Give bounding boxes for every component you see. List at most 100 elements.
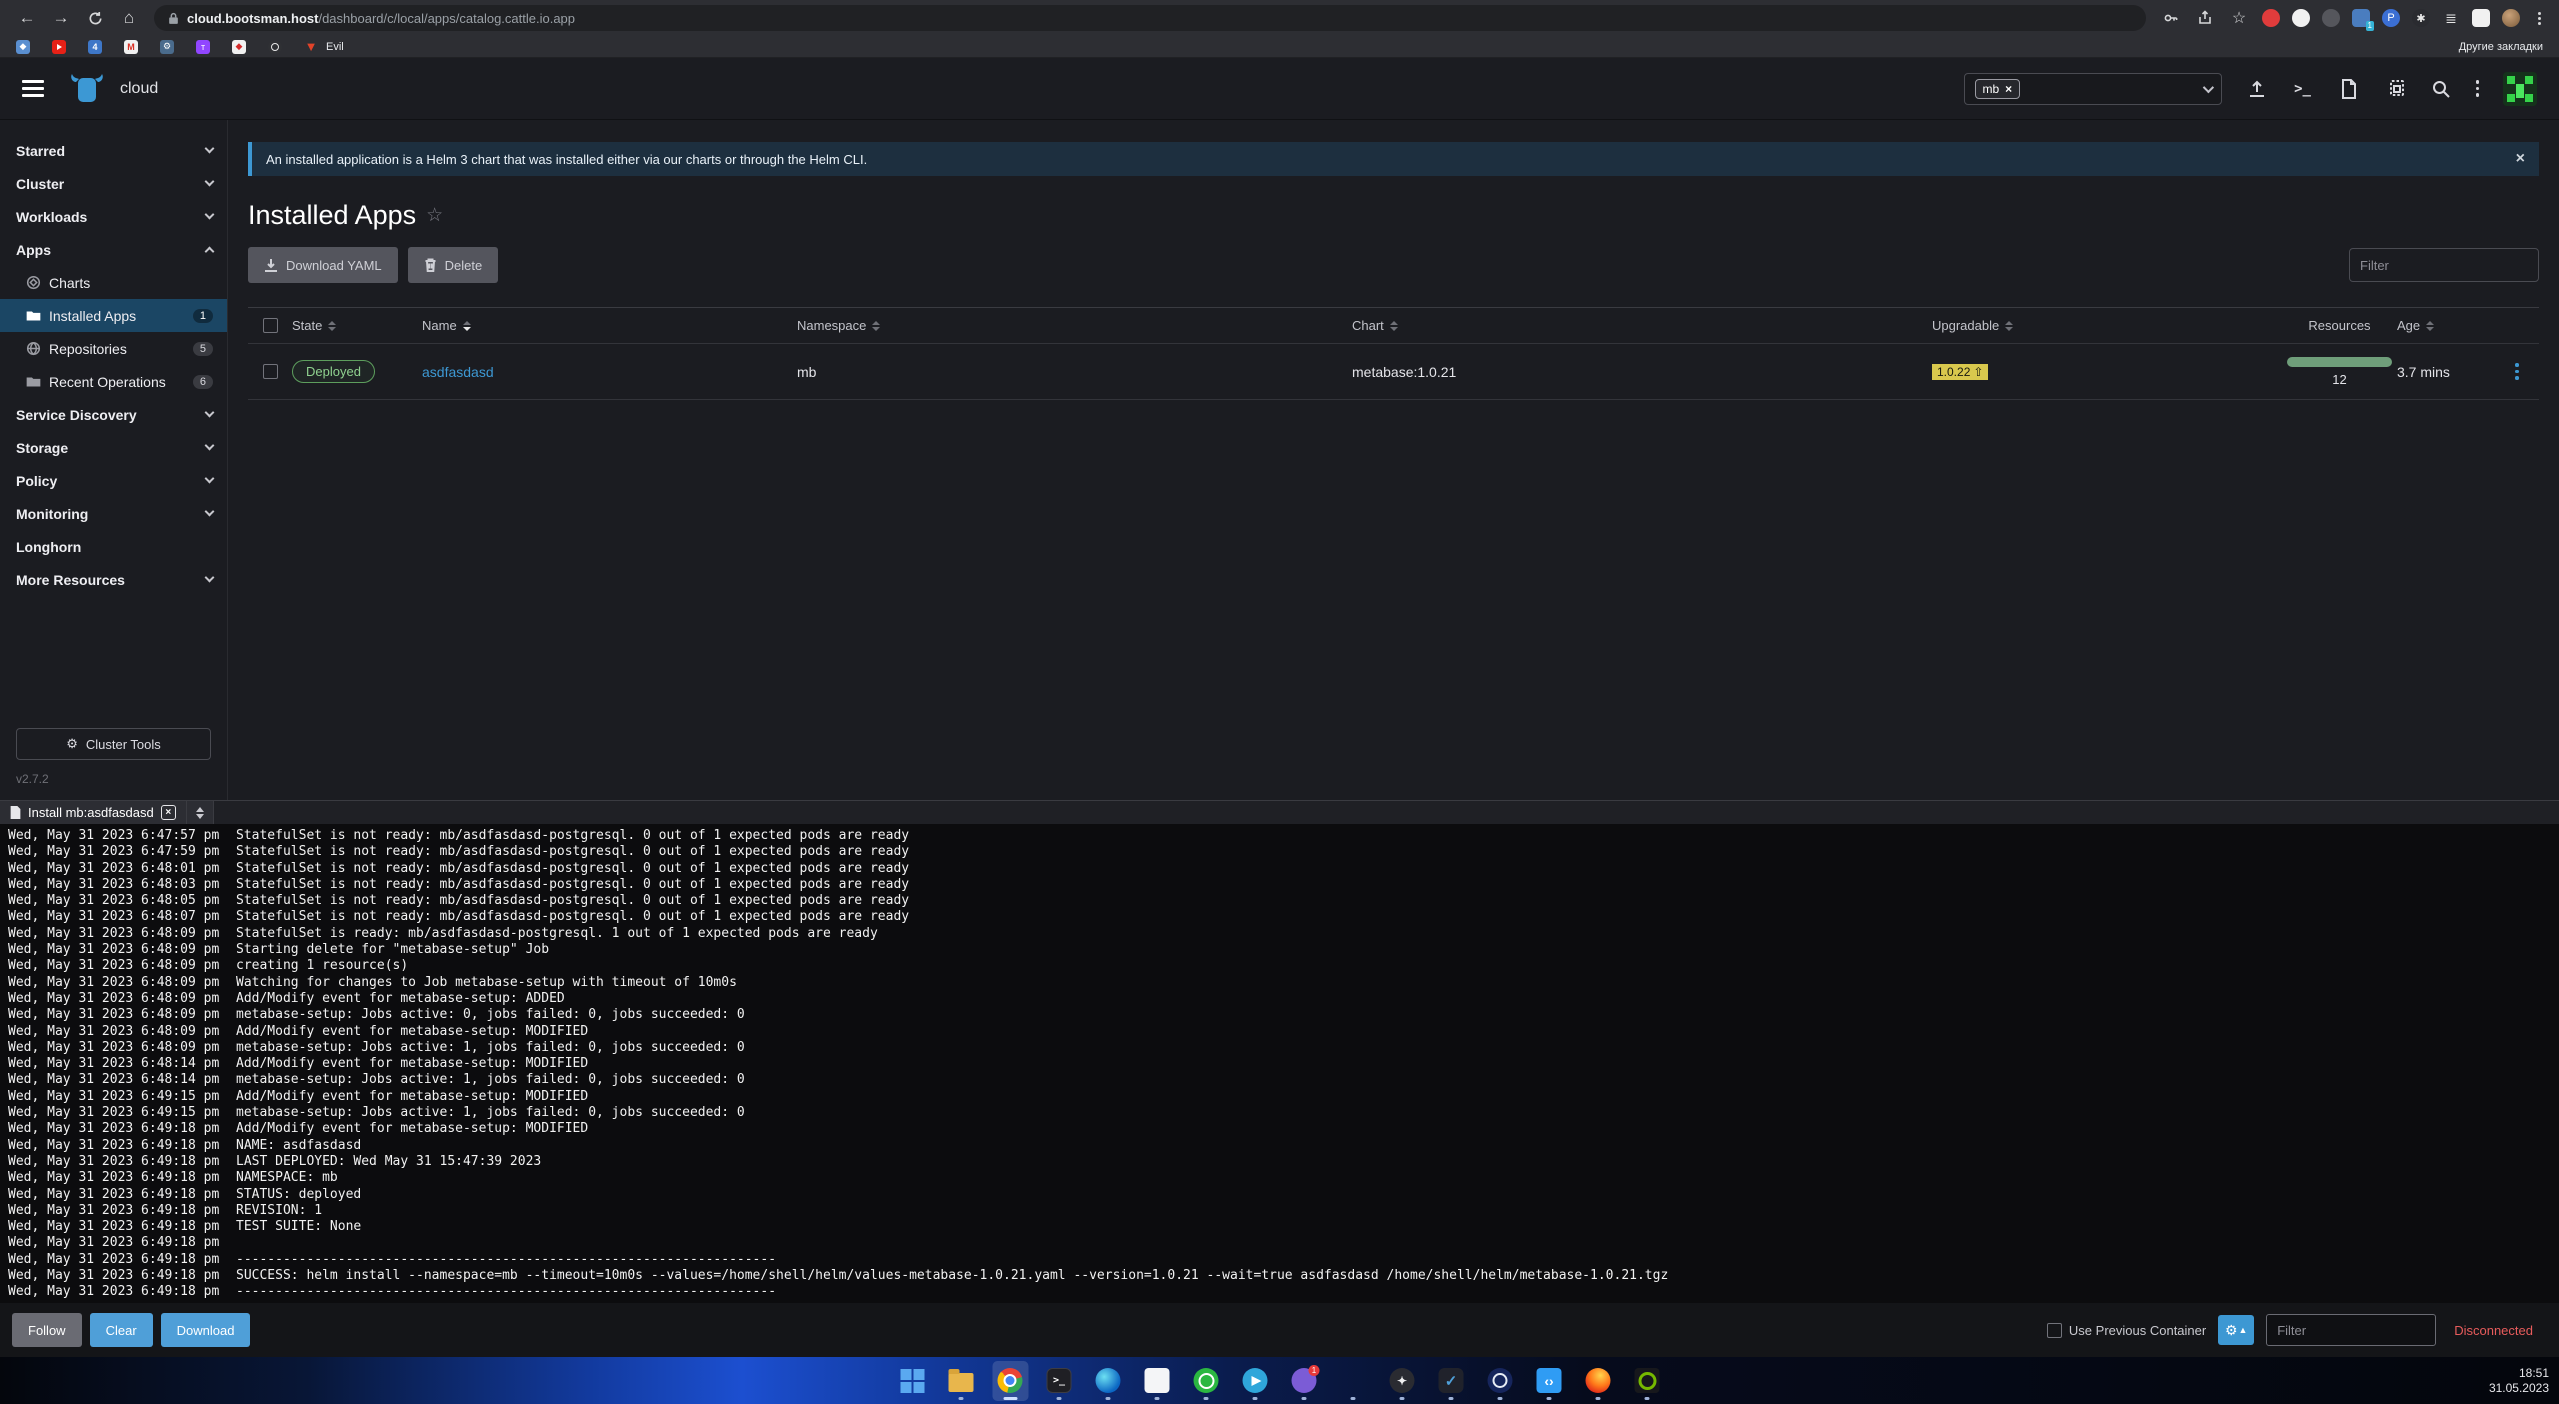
extension-list-icon[interactable]: ≣: [2442, 9, 2460, 27]
copy-kubeconfig-icon[interactable]: [2384, 78, 2406, 100]
browser-reload-button[interactable]: [80, 3, 110, 33]
taskbar-icon-whatsapp[interactable]: [1188, 1361, 1224, 1401]
log-settings-button[interactable]: ⚙▲: [2218, 1315, 2254, 1345]
column-header-name[interactable]: Name: [422, 318, 797, 333]
address-bar[interactable]: cloud.bootsman.host/dashboard/c/local/ap…: [154, 5, 2146, 31]
filter-chip[interactable]: mb ×: [1975, 79, 2021, 99]
taskbar-icon-check-app[interactable]: ✓: [1433, 1361, 1469, 1401]
sidebar-item-monitoring[interactable]: Monitoring: [0, 497, 227, 530]
extension-wallet-icon[interactable]: 1: [2352, 9, 2370, 27]
log-output[interactable]: Wed, May 31 2023 6:47:57 pm StatefulSet …: [0, 824, 2559, 1303]
sidebar-item-recent-operations[interactable]: Recent Operations 6: [0, 365, 227, 398]
extension-adblock-icon[interactable]: [2262, 9, 2280, 27]
import-yaml-icon[interactable]: [2246, 78, 2268, 100]
download-yaml-button[interactable]: Download YAML: [248, 247, 398, 283]
taskbar-icon-terminal[interactable]: >_: [1041, 1361, 1077, 1401]
taskbar-icon-edge[interactable]: [1090, 1361, 1126, 1401]
extension-dark-icon[interactable]: [2322, 9, 2340, 27]
bookmark-pinwheel-icon[interactable]: ◆: [16, 40, 30, 54]
menu-hamburger-icon[interactable]: [22, 80, 44, 97]
browser-profile-avatar[interactable]: [2502, 9, 2520, 27]
favorite-star-icon[interactable]: ☆: [426, 204, 443, 227]
resize-panel-toggle[interactable]: [186, 801, 214, 824]
browser-home-button[interactable]: ⌂: [114, 3, 144, 33]
taskbar-icon-firefox[interactable]: [1580, 1361, 1616, 1401]
checkbox[interactable]: [2047, 1323, 2062, 1338]
follow-button[interactable]: Follow: [12, 1313, 82, 1347]
sidebar-item-storage[interactable]: Storage: [0, 431, 227, 464]
chip-remove-icon[interactable]: ×: [2005, 82, 2012, 96]
browser-menu-icon[interactable]: [2532, 12, 2547, 25]
browser-forward-button[interactable]: →: [46, 3, 76, 33]
use-previous-container-checkbox[interactable]: Use Previous Container: [2047, 1323, 2206, 1338]
other-bookmarks-label[interactable]: Другие закладки: [2459, 41, 2543, 53]
taskbar-icon-dark-app[interactable]: ✦: [1384, 1361, 1420, 1401]
clear-button[interactable]: Clear: [90, 1313, 153, 1347]
column-header-namespace[interactable]: Namespace: [797, 318, 1352, 333]
bookmark-settings-icon[interactable]: ⚙: [160, 40, 174, 54]
sidebar-item-repositories[interactable]: Repositories 5: [0, 332, 227, 365]
extension-light-icon[interactable]: [2292, 9, 2310, 27]
sidebar-item-longhorn[interactable]: Longhorn: [0, 530, 227, 563]
log-filter-input[interactable]: [2266, 1314, 2436, 1346]
sidebar-item-charts[interactable]: Charts: [0, 266, 227, 299]
bookmark-label[interactable]: Evil: [326, 41, 344, 53]
taskbar-icon-layers-app[interactable]: [1335, 1361, 1371, 1401]
cluster-name[interactable]: cloud: [120, 80, 158, 98]
extension-paw-icon[interactable]: ✱: [2412, 9, 2430, 27]
kubectl-shell-icon[interactable]: >_: [2292, 78, 2314, 100]
sidebar-item-policy[interactable]: Policy: [0, 464, 227, 497]
sidebar-item-installed-apps[interactable]: Installed Apps 1: [0, 299, 227, 332]
sidebar-item-cluster[interactable]: Cluster: [0, 167, 227, 200]
delete-button[interactable]: Delete: [408, 247, 499, 283]
bookmark-gmail-icon[interactable]: M: [124, 40, 138, 54]
taskbar-icon-file-explorer[interactable]: [943, 1361, 979, 1401]
bookmark-gitlab-icon[interactable]: ▼: [304, 40, 318, 54]
taskbar-icon-nvidia[interactable]: [1629, 1361, 1665, 1401]
sidebar-item-starred[interactable]: Starred: [0, 134, 227, 167]
banner-close-icon[interactable]: ×: [2516, 150, 2525, 168]
taskbar-icon-notepad[interactable]: [1139, 1361, 1175, 1401]
bookmark-star-icon[interactable]: ☆: [2228, 7, 2250, 29]
extension-page-icon[interactable]: [2472, 9, 2490, 27]
search-icon[interactable]: [2430, 78, 2452, 100]
bookmark-red-icon[interactable]: ◆: [232, 40, 246, 54]
bookmark-youtube-icon[interactable]: [52, 40, 66, 54]
app-name-link[interactable]: asdfasdasd: [422, 364, 494, 380]
share-icon[interactable]: [2194, 7, 2216, 29]
upgrade-available-chip[interactable]: 1.0.22 ⇧: [1932, 364, 1988, 380]
extension-p-icon[interactable]: P: [2382, 9, 2400, 27]
taskbar-clock[interactable]: 18:51 31.05.2023: [2489, 1357, 2549, 1404]
bookmark-twitch-icon[interactable]: ᴛ: [196, 40, 210, 54]
table-filter-input[interactable]: [2349, 248, 2539, 282]
sidebar-item-service-discovery[interactable]: Service Discovery: [0, 398, 227, 431]
column-header-chart[interactable]: Chart: [1352, 318, 1932, 333]
taskbar-icon-chrome[interactable]: [992, 1361, 1028, 1401]
taskbar-icon-messenger[interactable]: 1: [1286, 1361, 1322, 1401]
log-window-tab[interactable]: Install mb:asdfasdasd ×: [0, 801, 186, 824]
close-tab-icon[interactable]: ×: [161, 805, 176, 820]
column-header-upgradable[interactable]: Upgradable: [1932, 318, 2282, 333]
download-kubeconfig-icon[interactable]: [2338, 78, 2360, 100]
password-key-icon[interactable]: [2160, 7, 2182, 29]
user-avatar[interactable]: [2503, 72, 2537, 106]
sidebar-item-more-resources[interactable]: More Resources: [0, 563, 227, 596]
sidebar-item-apps[interactable]: Apps: [0, 233, 227, 266]
row-checkbox[interactable]: [263, 364, 278, 379]
column-header-state[interactable]: State: [292, 318, 422, 333]
download-log-button[interactable]: Download: [161, 1313, 251, 1347]
taskbar-icon-vscode[interactable]: ‹›: [1531, 1361, 1567, 1401]
select-all-checkbox[interactable]: [263, 318, 278, 333]
taskbar-icon-blue-circle-app[interactable]: [1482, 1361, 1518, 1401]
sidebar-item-workloads[interactable]: Workloads: [0, 200, 227, 233]
taskbar-icon-windows-start[interactable]: [894, 1361, 930, 1401]
column-header-age[interactable]: Age: [2397, 318, 2495, 333]
header-search-combobox[interactable]: mb ×: [1964, 73, 2222, 105]
browser-back-button[interactable]: ←: [12, 3, 42, 33]
taskbar-icon-telegram[interactable]: [1237, 1361, 1273, 1401]
row-actions-kebab-icon[interactable]: [2511, 359, 2523, 384]
header-kebab-menu-icon[interactable]: [2476, 80, 2480, 97]
bookmark-4pda-icon[interactable]: 4: [88, 40, 102, 54]
bookmark-clock-icon[interactable]: [268, 40, 282, 54]
cluster-tools-button[interactable]: ⚙ Cluster Tools: [16, 728, 211, 760]
